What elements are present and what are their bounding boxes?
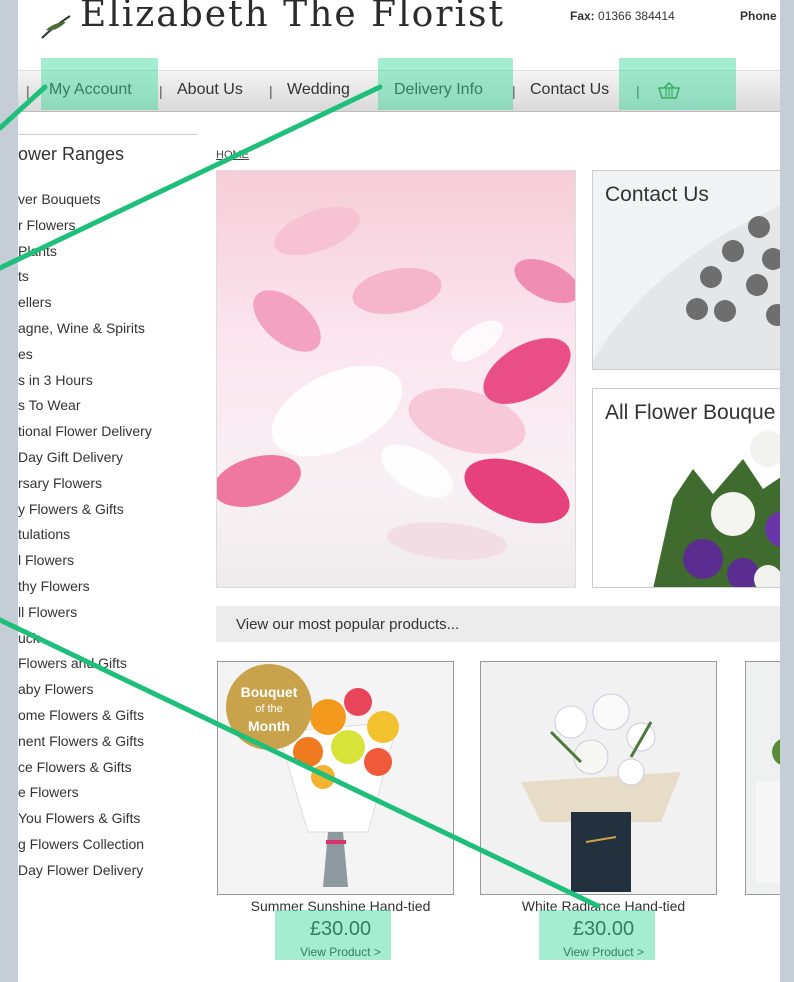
fax-label: Fax: [570,9,595,23]
badge-line: of the [255,703,283,715]
nav-separator: | [26,83,30,99]
phone-label: Phone [740,9,777,23]
bouquet-partial-image [746,662,780,894]
panel-title: Contact Us [605,183,709,206]
bouquet-of-the-month-badge: Bouquet of the Month [226,664,312,750]
nav-about-us[interactable]: About Us [177,81,243,99]
site-title: Elizabeth The Florist [80,0,505,35]
sidebar-item[interactable]: aby Flowers [18,681,152,707]
highlight-box [41,58,158,110]
sidebar-item[interactable]: ver Bouquets [18,191,152,217]
badge-line: Bouquet [240,684,298,700]
white-radiance-bouquet-image [481,662,716,894]
sidebar-item[interactable]: ellers [18,294,152,320]
fax-info: Fax: 01366 384414 [570,9,675,23]
hero-image[interactable] [216,170,576,588]
highlight-box [539,910,655,960]
sidebar-item[interactable]: g Flowers Collection [18,836,152,862]
sidebar-item[interactable]: ts [18,268,152,294]
sidebar-item[interactable]: ome Flowers & Gifts [18,707,152,733]
sidebar-item[interactable]: Flowers and Gifts [18,655,152,681]
sidebar-item[interactable]: tional Flower Delivery [18,423,152,449]
sidebar-item[interactable]: tulations [18,526,152,552]
sidebar-item[interactable]: nent Flowers & Gifts [18,733,152,759]
breadcrumb-home-link[interactable]: HOME [216,149,249,161]
sidebar-heading: ower Ranges [18,144,125,164]
main-nav: | My Account | About Us | Wedding Delive… [18,58,780,112]
highlight-box [378,58,513,110]
product-image[interactable] [745,661,780,895]
sidebar-item[interactable]: es [18,346,152,372]
sidebar-item[interactable]: uck [18,630,152,656]
sidebar-category-list: ver Bouquets r Flowers Plants ts ellers … [18,191,152,888]
product-image[interactable] [480,661,717,895]
page: Elizabeth The Florist Fax: 01366 384414 … [18,0,780,982]
sidebar-item[interactable]: s in 3 Hours [18,372,152,398]
fax-number: 01366 384414 [598,9,675,23]
sidebar-item[interactable]: thy Flowers [18,578,152,604]
sidebar-item[interactable]: Day Gift Delivery [18,449,152,475]
sidebar-divider [18,134,198,135]
nav-wedding[interactable]: Wedding [287,81,350,99]
sidebar-item[interactable]: ce Flowers & Gifts [18,759,152,785]
sidebar-item[interactable]: e Flowers [18,784,152,810]
all-flower-bouquets-panel[interactable]: All Flower Bouque [592,388,780,588]
panel-title: All Flower Bouque [605,401,776,424]
highlight-box [275,910,391,960]
nav-contact-us[interactable]: Contact Us [530,81,609,99]
sidebar-item[interactable]: You Flowers & Gifts [18,810,152,836]
nav-separator: | [159,83,163,99]
popular-products-heading: View our most popular products... [236,616,460,633]
rose-petals-image [217,206,575,560]
sidebar-item[interactable]: rsary Flowers [18,475,152,501]
nav-separator: | [269,83,273,99]
product-image[interactable]: Bouquet of the Month [217,661,454,895]
sidebar-item[interactable]: agne, Wine & Spirits [18,320,152,346]
highlight-box [619,58,736,110]
popular-products-bar: View our most popular products... [216,606,780,642]
sidebar-item[interactable]: Day Flower Delivery [18,862,152,888]
sidebar-item[interactable]: y Flowers & Gifts [18,501,152,527]
contact-us-panel[interactable]: Contact Us [592,170,780,370]
sidebar-item[interactable]: ll Flowers [18,604,152,630]
sidebar-item[interactable]: s To Wear [18,397,152,423]
sidebar-item[interactable]: r Flowers [18,217,152,243]
sidebar-item[interactable]: l Flowers [18,552,152,578]
sidebar-item[interactable]: Plants [18,243,152,269]
leaf-logo-icon [41,15,71,39]
badge-line: Month [248,718,290,734]
